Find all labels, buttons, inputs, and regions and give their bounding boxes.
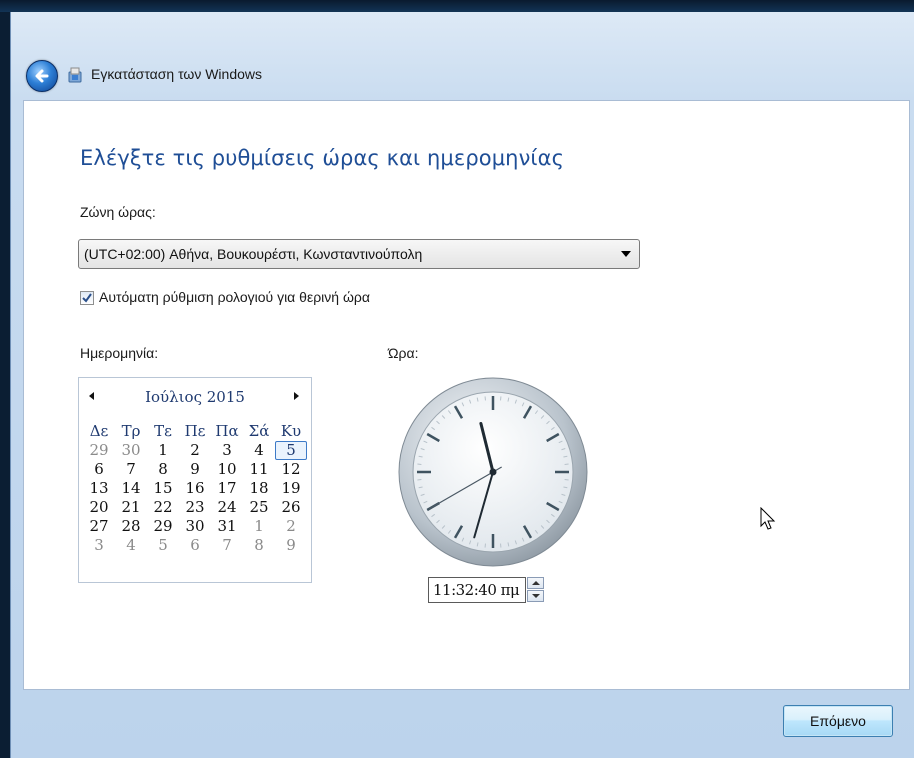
calendar-day[interactable]: 9 bbox=[275, 536, 307, 555]
calendar-day[interactable]: 11 bbox=[243, 460, 275, 479]
timezone-value: (UTC+02:00) Αθήνα, Βουκουρέστι, Κωνσταντ… bbox=[84, 246, 423, 262]
calendar-day[interactable]: 7 bbox=[211, 536, 243, 555]
calendar-day[interactable]: 5 bbox=[147, 536, 179, 555]
calendar-day[interactable]: 30 bbox=[179, 517, 211, 536]
calendar-day[interactable]: 6 bbox=[179, 536, 211, 555]
calendar-day[interactable]: 15 bbox=[147, 479, 179, 498]
calendar-day[interactable]: 12 bbox=[275, 460, 307, 479]
calendar-day[interactable]: 8 bbox=[147, 460, 179, 479]
calendar-day[interactable]: 21 bbox=[115, 498, 147, 517]
calendar-day[interactable]: 27 bbox=[83, 517, 115, 536]
calendar-grid: Δε Τρ Τε Πε Πα Σά Κυ 29 30 1 2 3 4 5 6 7 8 9 10 11 12 13 14 15 1… bbox=[83, 422, 311, 555]
calendar-week-row: 29 30 1 2 3 4 5 bbox=[83, 441, 311, 460]
time-input[interactable]: 11:32:40 πμ bbox=[428, 577, 526, 603]
dropdown-arrow-icon bbox=[621, 251, 631, 257]
calendar-day[interactable]: 30 bbox=[115, 441, 147, 460]
windows-setup-icon bbox=[68, 67, 82, 83]
calendar-day[interactable]: 4 bbox=[243, 441, 275, 460]
calendar-day[interactable]: 22 bbox=[147, 498, 179, 517]
window-title: Εγκατάσταση των Windows bbox=[91, 66, 263, 82]
page-heading: Ελέγξτε τις ρυθμίσεις ώρας και ημερομηνί… bbox=[80, 146, 565, 170]
calendar-day[interactable]: 4 bbox=[115, 536, 147, 555]
calendar-day[interactable]: 26 bbox=[275, 498, 307, 517]
calendar-day[interactable]: 1 bbox=[243, 517, 275, 536]
calendar-day[interactable]: 3 bbox=[83, 536, 115, 555]
calendar-day[interactable]: 6 bbox=[83, 460, 115, 479]
content-panel: Ελέγξτε τις ρυθμίσεις ώρας και ημερομηνί… bbox=[23, 100, 910, 690]
setup-window: Εγκατάσταση των Windows Ελέγξτε τις ρυθμ… bbox=[10, 12, 914, 758]
weekday-label: Πε bbox=[184, 422, 206, 440]
calendar-week-row: 3456789 bbox=[83, 536, 311, 555]
time-label: Ώρα: bbox=[388, 345, 419, 361]
clock-center-pin bbox=[489, 468, 497, 476]
next-month-icon[interactable] bbox=[294, 392, 299, 400]
calendar-weekday-row: Δε Τρ Τε Πε Πα Σά Κυ bbox=[83, 422, 311, 441]
weekday-label: Τε bbox=[154, 422, 172, 440]
calendar-day[interactable]: 29 bbox=[83, 441, 115, 460]
calendar-week-row: 20 21 22 23 24 25 26 bbox=[83, 498, 311, 517]
calendar-day[interactable]: 17 bbox=[211, 479, 243, 498]
calendar-day[interactable]: 28 bbox=[115, 517, 147, 536]
footer-bar: Επόμενο bbox=[11, 689, 914, 758]
calendar-week-row: 13 14 15 16 17 18 19 bbox=[83, 479, 311, 498]
analog-clock bbox=[398, 377, 588, 567]
weekday-label: Κυ bbox=[280, 422, 302, 440]
calendar-day[interactable]: 23 bbox=[179, 498, 211, 517]
calendar-day[interactable]: 8 bbox=[243, 536, 275, 555]
calendar-day[interactable]: 20 bbox=[83, 498, 115, 517]
calendar: Ιούλιος 2015 Δε Τρ Τε Πε Πα Σά Κυ 29 30 1 2 3 4 5 6 7 8 9… bbox=[78, 377, 312, 583]
dst-checkbox[interactable] bbox=[80, 291, 94, 305]
calendar-day[interactable]: 16 bbox=[179, 479, 211, 498]
calendar-day[interactable]: 29 bbox=[147, 517, 179, 536]
calendar-day[interactable]: 31 bbox=[211, 517, 243, 536]
desktop-background bbox=[0, 0, 914, 12]
weekday-label: Τρ bbox=[121, 422, 141, 440]
calendar-day[interactable]: 14 bbox=[115, 479, 147, 498]
mouse-cursor-icon bbox=[760, 507, 776, 530]
weekday-label: Σά bbox=[248, 422, 270, 440]
next-button[interactable]: Επόμενο bbox=[783, 705, 893, 737]
calendar-day[interactable]: 7 bbox=[115, 460, 147, 479]
calendar-day[interactable]: 19 bbox=[275, 479, 307, 498]
weekday-label: Δε bbox=[89, 422, 109, 440]
calendar-day[interactable]: 9 bbox=[179, 460, 211, 479]
time-spinner[interactable] bbox=[527, 577, 544, 603]
calendar-day[interactable]: 18 bbox=[243, 479, 275, 498]
timezone-dropdown[interactable]: (UTC+02:00) Αθήνα, Βουκουρέστι, Κωνσταντ… bbox=[78, 239, 640, 269]
back-arrow-icon bbox=[35, 69, 49, 83]
checkmark-icon bbox=[82, 293, 92, 303]
dst-checkbox-label[interactable]: Αυτόματη ρύθμιση ρολογιού για θερινή ώρα bbox=[99, 289, 370, 305]
spin-down-button[interactable] bbox=[527, 590, 544, 602]
timezone-label: Ζώνη ώρας: bbox=[80, 204, 156, 220]
back-button[interactable] bbox=[26, 60, 58, 92]
calendar-day[interactable]: 25 bbox=[243, 498, 275, 517]
calendar-day[interactable]: 3 bbox=[211, 441, 243, 460]
calendar-month-title[interactable]: Ιούλιος 2015 bbox=[79, 388, 311, 406]
calendar-day[interactable]: 24 bbox=[211, 498, 243, 517]
date-label: Ημερομηνία: bbox=[80, 345, 159, 361]
calendar-day[interactable]: 10 bbox=[211, 460, 243, 479]
weekday-label: Πα bbox=[215, 422, 239, 440]
calendar-day[interactable]: 2 bbox=[275, 517, 307, 536]
spin-up-button[interactable] bbox=[527, 577, 544, 589]
title-bar: Εγκατάσταση των Windows bbox=[11, 12, 914, 100]
calendar-day-selected[interactable]: 5 bbox=[275, 441, 307, 460]
calendar-week-row: 6 7 8 9 10 11 12 bbox=[83, 460, 311, 479]
calendar-day[interactable]: 2 bbox=[179, 441, 211, 460]
calendar-week-row: 27 28 29 30 31 1 2 bbox=[83, 517, 311, 536]
calendar-day[interactable]: 1 bbox=[147, 441, 179, 460]
calendar-day[interactable]: 13 bbox=[83, 479, 115, 498]
